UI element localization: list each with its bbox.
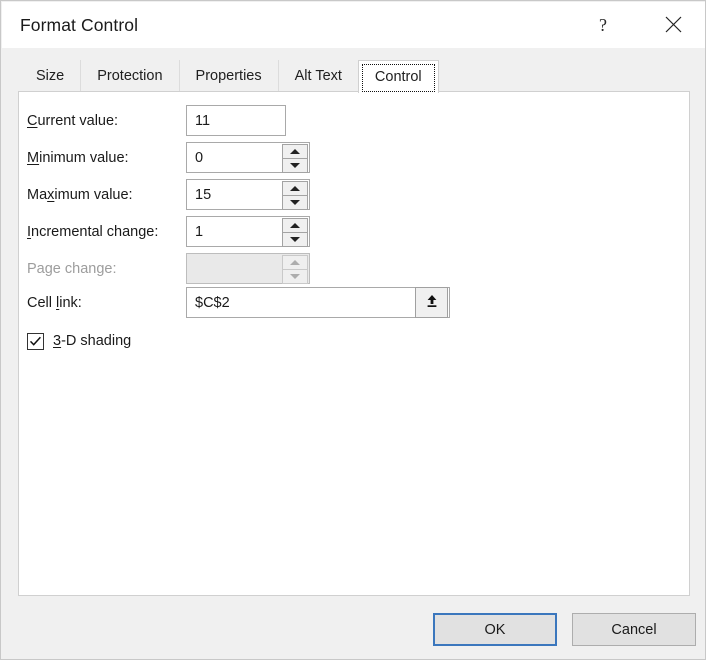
control-tab-panel: Current value: 11 Minimum value: 0 Maxim…	[18, 91, 690, 596]
row-maximum-value: Maximum value: 15	[19, 179, 689, 213]
arrow-up-icon	[290, 260, 300, 265]
checkmark-icon	[29, 336, 41, 346]
close-button[interactable]	[650, 3, 696, 48]
ok-button[interactable]: OK	[433, 613, 557, 646]
tab-label: Alt Text	[294, 68, 342, 84]
stepper-up-button[interactable]	[282, 218, 308, 232]
title-bar: Format Control ?	[2, 2, 705, 48]
arrow-down-icon	[290, 200, 300, 205]
tab-size[interactable]: Size	[19, 60, 81, 92]
close-icon	[665, 16, 682, 36]
tab-properties[interactable]: Properties	[178, 60, 278, 92]
tab-label: Control	[374, 69, 422, 85]
page-change-input	[186, 253, 310, 284]
minimum-value-label: Minimum value:	[27, 150, 129, 166]
maximum-value-label: Maximum value:	[27, 187, 133, 203]
row-current-value: Current value: 11	[19, 105, 689, 139]
maximum-value-input[interactable]: 15	[186, 179, 310, 210]
stepper-down-button[interactable]	[282, 158, 308, 173]
arrow-down-icon	[290, 237, 300, 242]
3d-shading-label: 3-D shading	[53, 333, 132, 349]
stepper-up-button	[282, 255, 308, 269]
current-value-input[interactable]: 11	[186, 105, 286, 136]
row-incremental-change: Incremental change: 1	[19, 216, 689, 250]
format-control-dialog: Format Control ? Size Protection Propert…	[0, 0, 706, 660]
stepper-up-button[interactable]	[282, 181, 308, 195]
page-change-stepper	[282, 255, 308, 284]
arrow-down-icon	[290, 274, 300, 279]
minimum-value-input[interactable]: 0	[186, 142, 310, 173]
row-page-change: Page change:	[19, 253, 689, 287]
tab-alt-text[interactable]: Alt Text	[277, 60, 358, 92]
incremental-change-label: Incremental change:	[27, 224, 159, 240]
dialog-title: Format Control	[20, 15, 139, 35]
cell-link-label: Cell link:	[27, 295, 82, 311]
tab-protection[interactable]: Protection	[80, 60, 179, 92]
tab-control[interactable]: Control	[357, 60, 439, 93]
dialog-button-bar: OK Cancel	[2, 597, 705, 659]
minimum-value-stepper[interactable]	[282, 144, 308, 173]
arrow-down-icon	[290, 163, 300, 168]
stepper-up-button[interactable]	[282, 144, 308, 158]
row-minimum-value: Minimum value: 0	[19, 142, 689, 176]
incremental-change-stepper[interactable]	[282, 218, 308, 247]
stepper-down-button[interactable]	[282, 195, 308, 210]
cancel-button[interactable]: Cancel	[572, 613, 696, 646]
arrow-up-icon	[290, 186, 300, 191]
tab-label: Size	[36, 68, 65, 84]
help-button[interactable]: ?	[580, 3, 626, 48]
current-value-label: Current value:	[27, 113, 119, 129]
cell-link-input[interactable]: $C$2	[186, 287, 450, 318]
cell-link-range-picker-button[interactable]	[415, 287, 448, 318]
maximum-value-stepper[interactable]	[282, 181, 308, 210]
collapse-dialog-arrow-icon	[424, 293, 440, 312]
arrow-up-icon	[290, 223, 300, 228]
stepper-down-button[interactable]	[282, 232, 308, 247]
incremental-change-input[interactable]: 1	[186, 216, 310, 247]
question-mark-icon: ?	[599, 14, 607, 35]
page-change-label: Page change:	[27, 261, 117, 277]
tab-strip: Size Protection Properties Alt Text Cont…	[2, 48, 705, 93]
tab-label: Protection	[97, 68, 163, 84]
tab-label: Properties	[195, 68, 262, 84]
3d-shading-checkbox[interactable]	[27, 332, 44, 350]
arrow-up-icon	[290, 149, 300, 154]
3d-shading-checkbox-row[interactable]: 3-D shading	[27, 329, 131, 353]
stepper-down-button	[282, 269, 308, 284]
